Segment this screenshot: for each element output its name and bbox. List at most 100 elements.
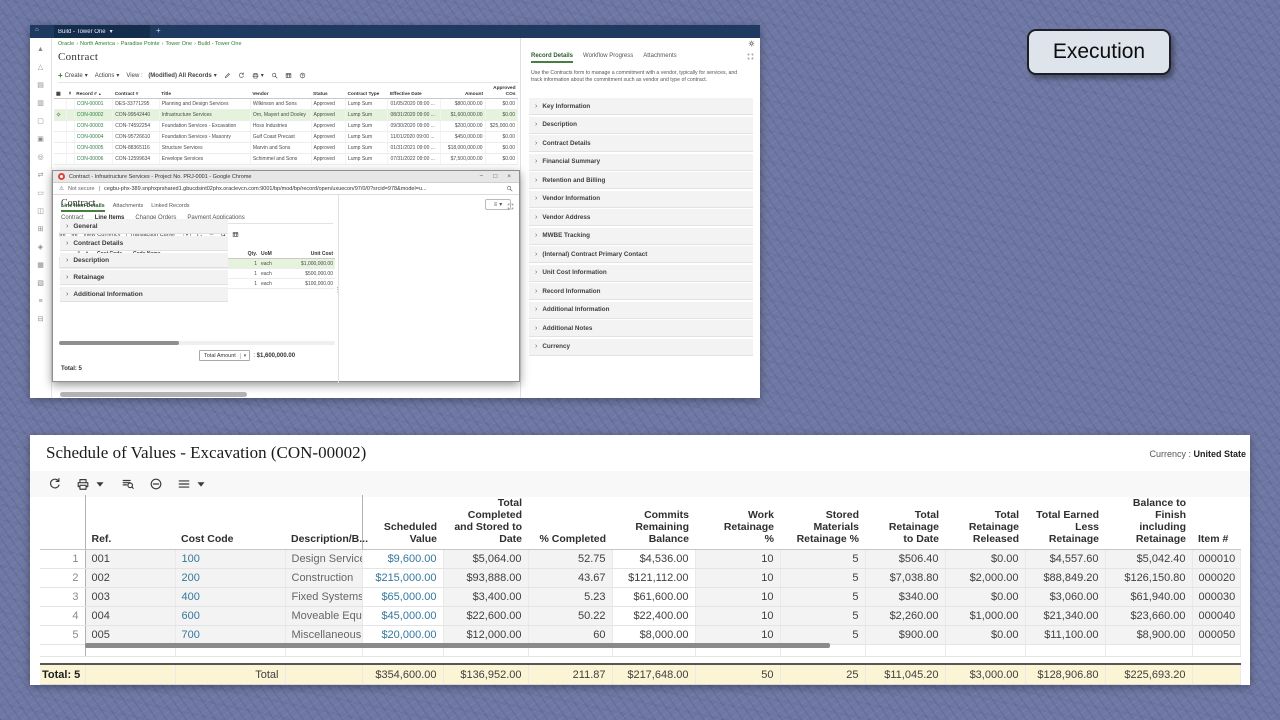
contract-row[interactable]: CON-00003CON-74592254Foundation Services… <box>54 121 518 132</box>
sov-row[interactable]: 2002200Construction$215,000.00$93,888.00… <box>40 569 1240 588</box>
print-button[interactable] <box>76 477 107 491</box>
section-currency[interactable]: ›Currency <box>529 339 753 356</box>
record-link[interactable]: CON-00005 <box>74 143 112 154</box>
new-tab-button[interactable]: + <box>156 26 161 35</box>
sidebar-icon[interactable]: ⇄ <box>38 172 44 179</box>
gear-icon[interactable] <box>748 40 755 47</box>
maximize-button[interactable]: □ <box>490 173 500 180</box>
cost-code-link[interactable]: 700 <box>175 626 285 645</box>
sidebar-icon[interactable]: ▣ <box>37 136 44 143</box>
section-unit-cost-information[interactable]: ›Unit Cost Information <box>529 265 753 282</box>
sidebar-icon[interactable]: △ <box>38 64 43 71</box>
section-mwbe-tracking[interactable]: ›MWBE Tracking <box>529 228 753 245</box>
sov-row[interactable]: 5005700Miscellaneous$20,000.00$12,000.00… <box>40 626 1240 645</box>
project-tab[interactable]: Build - Tower One ▾ <box>54 25 150 38</box>
total-amount-select[interactable]: Total Amount▾ <box>199 350 250 361</box>
close-button[interactable]: × <box>504 173 514 180</box>
menu-button[interactable] <box>177 477 208 491</box>
contract-row[interactable]: CON-00004CON-95726610Foundation Services… <box>54 132 518 143</box>
section-additional-information[interactable]: ›Additional Information <box>60 287 228 302</box>
view-selector[interactable]: View : (Modified) All Records▾ <box>126 72 216 79</box>
section-vendor-address[interactable]: ›Vendor Address <box>529 209 753 226</box>
scheduled-value-link[interactable]: $65,000.00 <box>362 588 443 607</box>
tab-record-details[interactable]: Record Details <box>531 53 573 63</box>
section-additional-information[interactable]: ›Additional Information <box>529 302 753 319</box>
contract-row[interactable]: CON-00001DES-33771295Planning and Design… <box>54 99 518 110</box>
expand-icon[interactable] <box>507 203 514 210</box>
tab-attachments[interactable]: Attachments <box>643 53 676 63</box>
cost-code-link[interactable]: 200 <box>175 569 285 588</box>
search-icon[interactable] <box>271 72 278 79</box>
sidebar-icon[interactable]: ⊟ <box>38 316 44 323</box>
section-additional-notes[interactable]: ›Additional Notes <box>529 320 753 337</box>
contract-row[interactable]: CON-00006CON-12599634Envelope ServicesSc… <box>54 154 518 165</box>
scheduled-value-link[interactable]: $215,000.00 <box>362 569 443 588</box>
breadcrumb-item[interactable]: Paradise Pointe <box>121 41 160 47</box>
record-link[interactable]: CON-00001 <box>74 99 112 110</box>
sidebar-icon[interactable]: ▭ <box>37 190 44 197</box>
record-link[interactable]: CON-00003 <box>74 121 112 132</box>
sidebar-icon[interactable]: ≡ <box>38 298 42 305</box>
sov-row[interactable]: 4004600Moveable Equip...$45,000.00$22,60… <box>40 607 1240 626</box>
sidebar-icon[interactable]: ▤ <box>37 82 44 89</box>
column-header[interactable]: Record # ▲ <box>74 85 112 99</box>
print-button[interactable]: ▾ <box>252 72 264 79</box>
section-general[interactable]: ›General <box>60 219 228 234</box>
sidebar-icon[interactable]: ◈ <box>38 244 43 251</box>
section-contract-details[interactable]: ›Contract Details <box>529 135 753 152</box>
sov-row[interactable]: 1001100Design Services$9,600.00$5,064.00… <box>40 550 1240 569</box>
sov-horizontal-scrollbar[interactable] <box>85 643 830 648</box>
columns-icon[interactable] <box>232 231 239 238</box>
section--internal-contract-primary-contact[interactable]: ›(Internal) Contract Primary Contact <box>529 246 753 263</box>
expand-icon[interactable] <box>747 53 754 60</box>
refresh-icon[interactable] <box>48 477 62 491</box>
select-all-icon[interactable]: ▦ <box>54 85 66 99</box>
scheduled-value-link[interactable]: $45,000.00 <box>362 607 443 626</box>
refresh-icon[interactable] <box>238 72 245 79</box>
popup-urlbar[interactable]: ⚠ Not secure | cegbu-phx-389.snphxprshar… <box>53 183 519 195</box>
home-icon[interactable]: ⌂ <box>35 27 39 33</box>
section-key-information[interactable]: ›Key Information <box>529 98 753 115</box>
breadcrumb-item[interactable]: Oracle <box>58 41 74 47</box>
splitter-handle[interactable]: ⋮ <box>334 286 341 294</box>
sidebar-icon[interactable]: ▥ <box>37 100 44 107</box>
cost-code-link[interactable]: 100 <box>175 550 285 569</box>
section-description[interactable]: ›Description <box>60 253 228 268</box>
minimize-button[interactable]: − <box>476 173 486 180</box>
breadcrumb-item[interactable]: Tower One <box>165 41 192 47</box>
section-vendor-information[interactable]: ›Vendor Information <box>529 191 753 208</box>
tab-workflow-progress[interactable]: Workflow Progress <box>583 53 633 63</box>
scheduled-value-link[interactable]: $20,000.00 <box>362 626 443 645</box>
sidebar-icon[interactable]: ◎ <box>37 154 43 161</box>
filter-search-icon[interactable] <box>121 477 135 491</box>
scheduled-value-link[interactable]: $9,600.00 <box>362 550 443 569</box>
contract-row[interactable]: CON-00002CON-99542440Infrastructure Serv… <box>54 110 518 121</box>
tab-line-item-details[interactable]: Line Item Details <box>61 203 105 212</box>
cost-code-link[interactable]: 600 <box>175 607 285 626</box>
section-description[interactable]: ›Description <box>529 117 753 134</box>
record-link[interactable]: CON-00002 <box>74 110 112 121</box>
section-financial-summary[interactable]: ›Financial Summary <box>529 154 753 171</box>
breadcrumb-item[interactable]: Build - Tower One <box>198 41 242 47</box>
collapse-icon[interactable] <box>149 477 163 491</box>
columns-icon[interactable] <box>285 72 292 79</box>
edit-icon[interactable] <box>224 72 231 79</box>
help-icon[interactable] <box>299 72 306 79</box>
sidebar-icon[interactable]: ⊞ <box>38 226 44 233</box>
record-link[interactable]: CON-00006 <box>74 154 112 165</box>
section-retainage[interactable]: ›Retainage <box>60 270 228 285</box>
contract-row[interactable]: CON-00005CON-88365116Structure ServicesM… <box>54 143 518 154</box>
cost-code-link[interactable]: 400 <box>175 588 285 607</box>
sidebar-icon[interactable]: ▢ <box>37 118 44 125</box>
horizontal-scrollbar[interactable] <box>59 341 335 345</box>
sidebar-icon[interactable]: ◫ <box>37 208 44 215</box>
page-horizontal-scrollbar[interactable] <box>60 392 247 397</box>
tab-attachments[interactable]: Attachments <box>113 203 144 212</box>
tab-linked-records[interactable]: Linked Records <box>151 203 189 212</box>
section-retention-and-billing[interactable]: ›Retention and Billing <box>529 172 753 189</box>
create-button[interactable]: +Create▾ <box>58 71 88 80</box>
breadcrumb-item[interactable]: North America <box>80 41 115 47</box>
sidebar-icon[interactable]: ▲ <box>37 46 44 53</box>
search-icon[interactable] <box>506 185 513 192</box>
sidebar-icon[interactable]: ▧ <box>37 280 44 287</box>
